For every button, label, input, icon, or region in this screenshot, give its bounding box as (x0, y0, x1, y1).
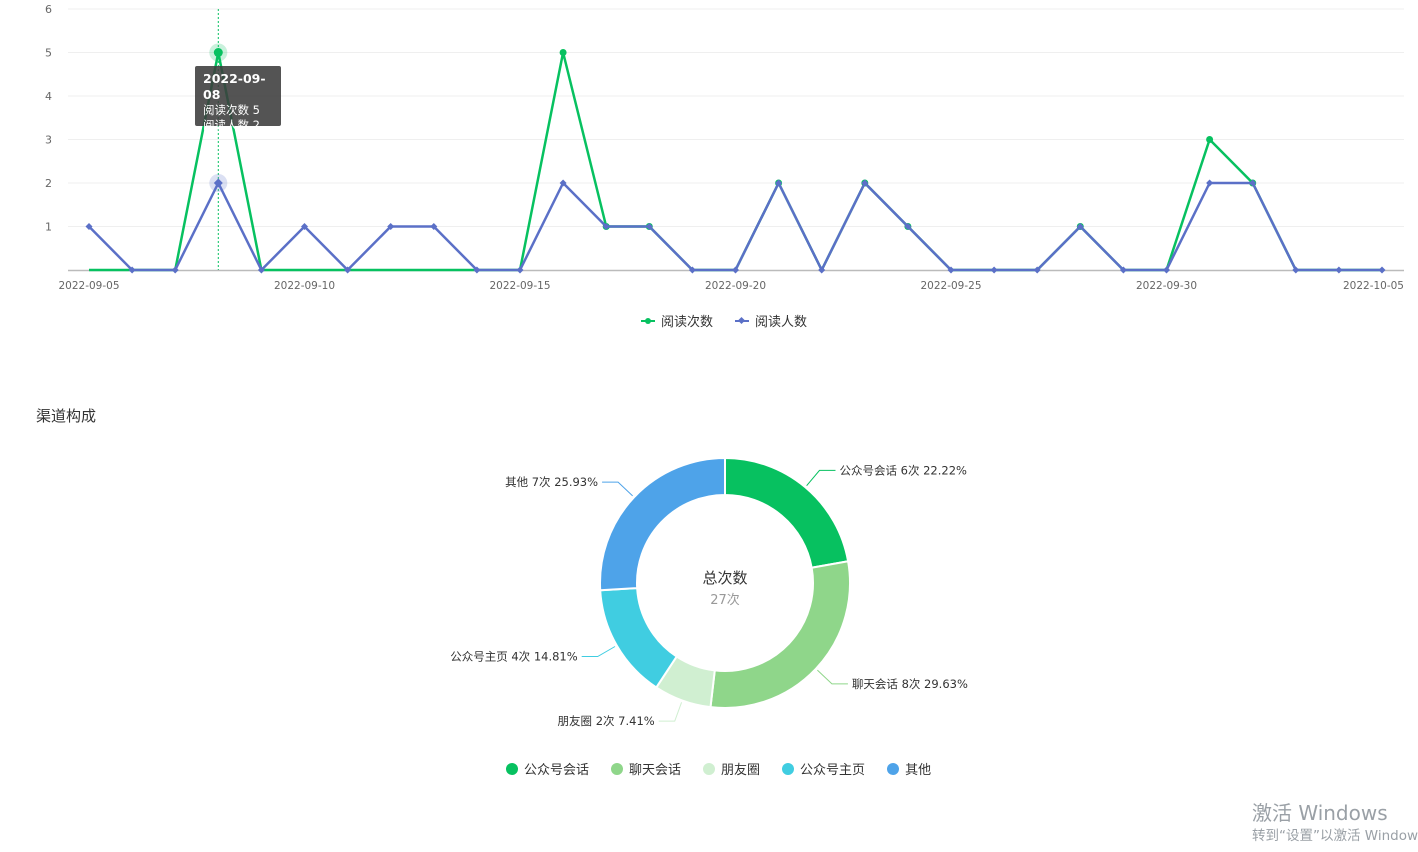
donut-chart: 公众号会话 6次 22.22% 聊天会话 8次 29.63% 朋友圈 2次 7.41… (450, 456, 968, 728)
legend-label-gzh-session: 公众号会话 (524, 763, 590, 778)
x-tick-label: 2022-09-20 (705, 280, 766, 292)
legend-item-chat-session[interactable]: 聊天会话 (611, 759, 681, 778)
data-point-reads[interactable] (1206, 136, 1214, 143)
legend-label-reads: 阅读次数 (661, 315, 714, 330)
line-chart: 123456 2022-09-05 2022-09-10 2022-09-15 202… (45, 3, 1404, 292)
x-axis-labels: 2022-09-05 2022-09-10 2022-09-15 2022-09-20… (58, 280, 1404, 292)
label-leader-line (581, 646, 616, 657)
label-leader-line (806, 469, 836, 487)
slice-label: 公众号会话 6次 22.22% (839, 463, 967, 477)
line-legend: 阅读次数 阅读人数 (641, 311, 807, 330)
legend-dot-gzh-session (506, 762, 518, 775)
y-axis-labels: 1 2 3 4 5 6 (45, 3, 52, 234)
legend-item-moments[interactable]: 朋友圈 (703, 759, 760, 778)
donut-center-label: 总次数 (702, 569, 747, 587)
legend-item-reads[interactable]: 阅读次数 (641, 311, 713, 330)
donut-legend: 公众号会话 聊天会话 朋友圈 公众号主页 其他 (506, 759, 931, 778)
legend-item-gzh-home[interactable]: 公众号主页 (782, 759, 865, 778)
tooltip-date: 2022-09-08 (203, 71, 266, 102)
legend-item-gzh-session[interactable]: 公众号会话 (506, 759, 589, 778)
donut-center-value: 27次 (710, 592, 740, 608)
data-point-readers[interactable] (1335, 266, 1343, 274)
legend-dot-moments (703, 762, 716, 775)
windows-activation-watermark: 激活 Windows 转到“设置”以激活 Windows。 (1252, 800, 1418, 846)
legend-item-readers[interactable]: 阅读人数 (735, 311, 807, 330)
watermark-line1: 激活 Windows (1252, 801, 1388, 825)
legend-symbol-readers (735, 316, 750, 326)
x-tick-label: 2022-09-25 (920, 280, 981, 292)
y-tick-label: 3 (45, 134, 52, 147)
legend-dot-gzh-home (782, 762, 795, 775)
series-line (89, 51, 1382, 272)
x-tick-label: 2022-09-15 (489, 280, 550, 292)
tooltip-reads: 阅读次数 5 (203, 103, 260, 117)
x-tick-label: 2022-09-10 (274, 280, 335, 292)
data-point-reads[interactable] (559, 49, 567, 56)
label-leader-line (817, 669, 848, 685)
data-point-readers[interactable] (990, 266, 998, 274)
legend-item-other[interactable]: 其他 (887, 759, 931, 778)
x-tick-label: 2022-10-05 (1343, 280, 1404, 292)
legend-label-gzh-home: 公众号主页 (800, 763, 866, 778)
y-tick-label: 5 (45, 47, 52, 60)
legend-dot-chat-session (611, 762, 624, 775)
y-tick-label: 4 (45, 90, 52, 103)
donut-slice[interactable] (724, 456, 850, 569)
series-reads (89, 43, 1382, 272)
series-readers (85, 174, 1386, 274)
legend-label-readers: 阅读人数 (755, 315, 808, 330)
y-tick-label: 1 (45, 221, 52, 234)
legend-dot-other (887, 762, 900, 775)
x-tick-label: 2022-09-30 (1136, 280, 1197, 292)
legend-label-moments: 朋友圈 (721, 763, 761, 778)
data-point-reads[interactable] (213, 48, 223, 57)
slice-label: 其他 7次 25.93% (505, 475, 598, 489)
legend-label-chat-session: 聊天会话 (629, 763, 682, 778)
y-tick-label: 2 (45, 177, 52, 190)
chart-tooltip: 2022-09-08 阅读次数 5 阅读人数 2 (195, 66, 281, 132)
label-leader-line (602, 481, 633, 497)
slice-label: 朋友圈 2次 7.41% (558, 714, 655, 728)
legend-symbol-reads (641, 316, 655, 326)
tooltip-readers: 阅读人数 2 (203, 118, 260, 132)
label-leader-line (658, 702, 683, 722)
data-point-readers[interactable] (1378, 266, 1386, 274)
legend-label-other: 其他 (905, 763, 932, 778)
y-tick-label: 6 (45, 3, 52, 16)
watermark-line2: 转到“设置”以激活 Windows。 (1252, 828, 1418, 844)
slice-label: 聊天会话 8次 29.63% (852, 677, 968, 691)
x-tick-label: 2022-09-05 (58, 280, 119, 292)
donut-slice[interactable] (599, 587, 679, 689)
slice-label: 公众号主页 4次 14.81% (450, 650, 578, 664)
